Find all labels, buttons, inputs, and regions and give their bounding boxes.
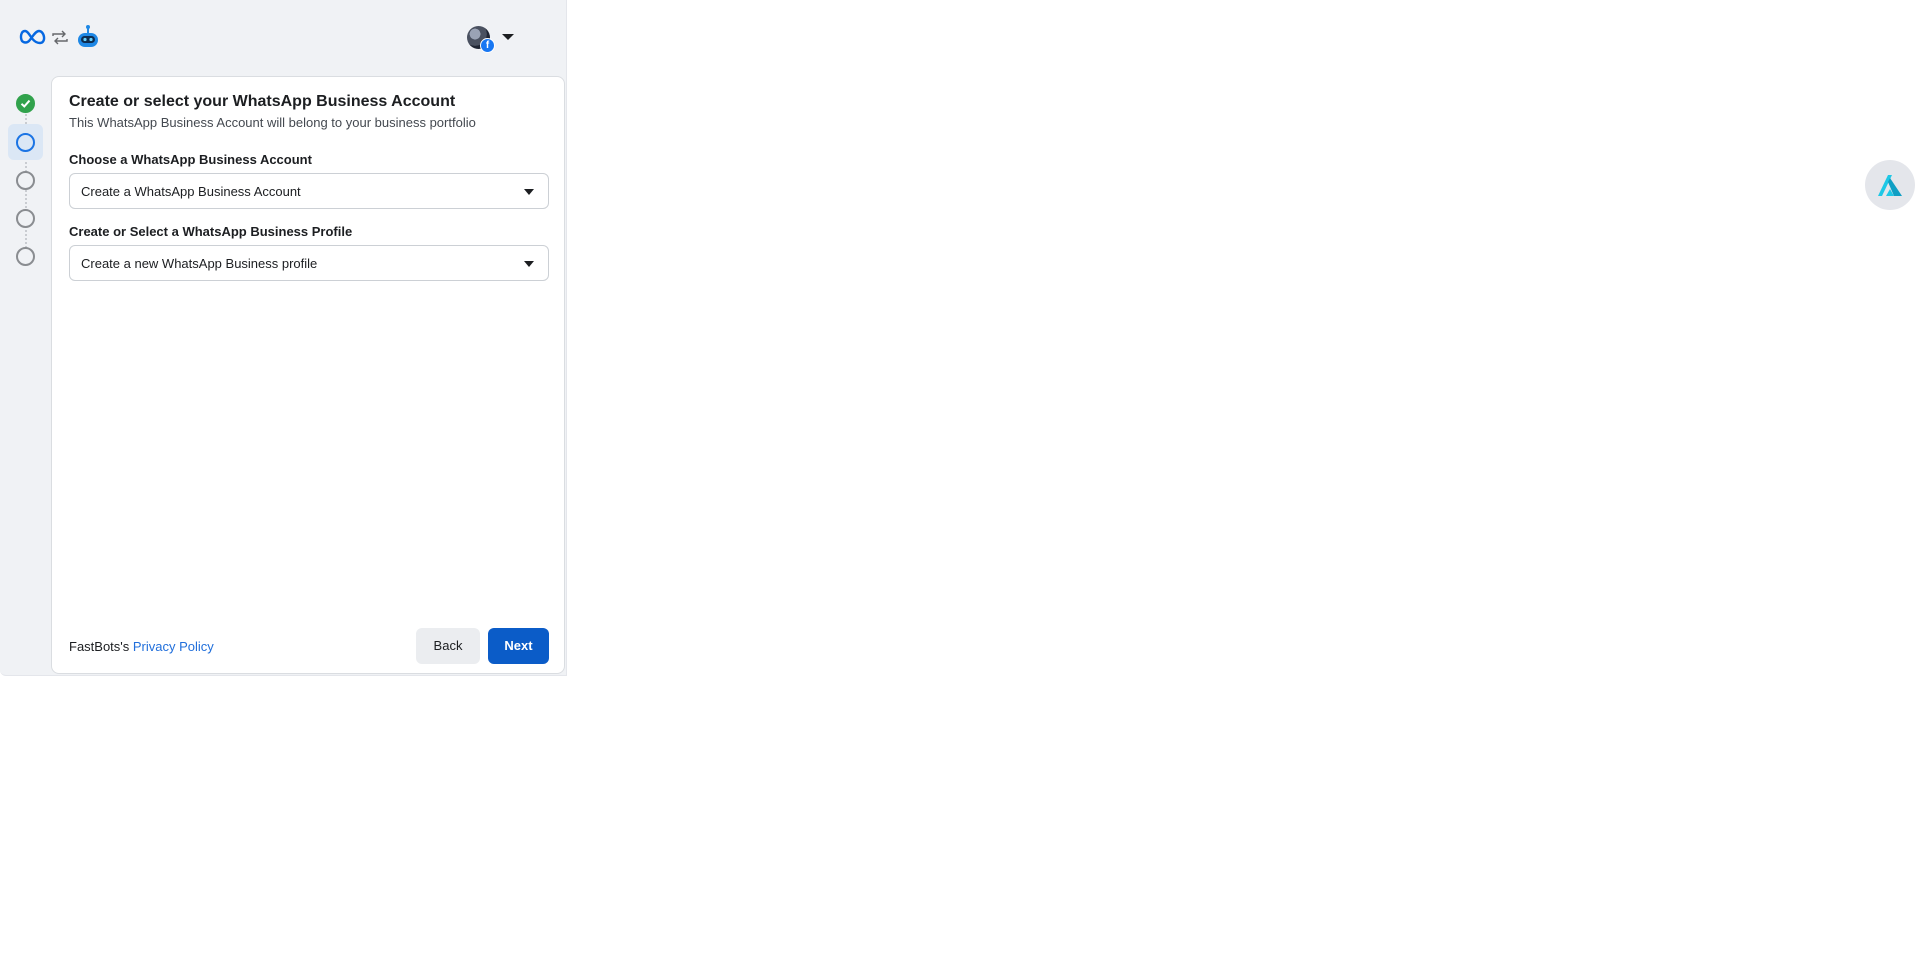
step-5-pending — [16, 247, 35, 266]
extension-floating-button[interactable] — [1865, 160, 1915, 210]
privacy-policy-link[interactable]: Privacy Policy — [133, 639, 214, 654]
step-4-pending — [16, 209, 35, 228]
extension-logo-icon — [1878, 175, 1902, 196]
swap-arrows-icon — [52, 30, 68, 45]
next-button[interactable]: Next — [488, 628, 549, 664]
meta-logo-icon — [19, 29, 46, 45]
account-select[interactable]: Create a WhatsApp Business Account — [69, 173, 549, 209]
back-button[interactable]: Back — [416, 628, 480, 664]
chevron-down-icon — [524, 189, 534, 195]
account-menu-caret-icon[interactable] — [502, 34, 514, 40]
account-select-label: Choose a WhatsApp Business Account — [69, 152, 312, 167]
progress-stepper — [0, 76, 51, 675]
robot-icon — [78, 25, 98, 47]
step-3-pending — [16, 171, 35, 190]
facebook-badge-icon: f — [480, 38, 495, 53]
page-title: Create or select your WhatsApp Business … — [69, 93, 456, 110]
profile-select-label: Create or Select a WhatsApp Business Pro… — [69, 224, 353, 239]
whatsapp-signup-popup: f Create or select your WhatsApp Busines… — [0, 0, 567, 676]
profile-select[interactable]: Create a new WhatsApp Business profile — [69, 245, 549, 281]
profile-select-value: Create a new WhatsApp Business profile — [81, 256, 318, 271]
account-select-value: Create a WhatsApp Business Account — [81, 184, 301, 199]
popup-header: f — [0, 0, 566, 76]
step-2-current — [16, 133, 35, 152]
step-1-completed — [16, 94, 35, 113]
privacy-footer: FastBots's Privacy Policy — [69, 639, 214, 654]
page-subtitle: This WhatsApp Business Account will belo… — [69, 115, 476, 130]
form-card: Create or select your WhatsApp Business … — [51, 76, 565, 674]
checkmark-icon — [20, 99, 31, 108]
privacy-prefix: FastBots's — [69, 639, 133, 654]
chevron-down-icon — [524, 261, 534, 267]
